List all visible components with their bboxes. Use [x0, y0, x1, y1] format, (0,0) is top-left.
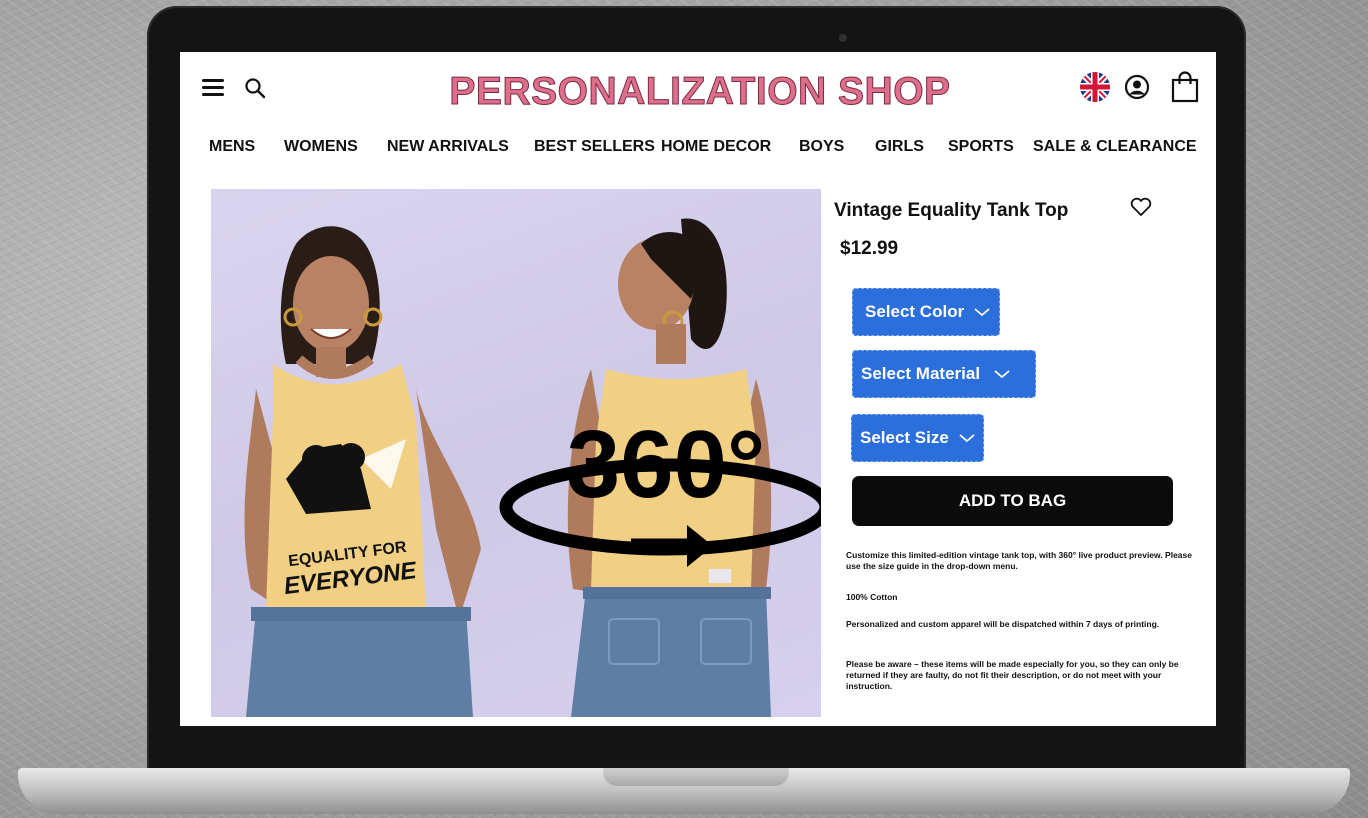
- select-color-dropdown[interactable]: Select Color: [852, 288, 1000, 336]
- nav-item-girls[interactable]: GIRLS: [875, 138, 924, 156]
- chevron-down-icon: [974, 308, 990, 317]
- product-dispatch-info: Personalized and custom apparel will be …: [846, 619, 1160, 629]
- account-icon[interactable]: [1124, 74, 1150, 100]
- product-returns-info: Please be aware – these items will be ma…: [846, 659, 1179, 691]
- nav-item-best-sellers[interactable]: BEST SELLERS: [534, 138, 655, 156]
- select-material-label: Select Material: [861, 364, 981, 383]
- category-nav: MENS WOMENS NEW ARRIVALS BEST SELLERS HO…: [198, 138, 1198, 160]
- laptop-notch: [603, 768, 789, 786]
- nav-item-womens[interactable]: WOMENS: [284, 138, 358, 156]
- shop-logo[interactable]: PERSONALIZATION SHOP: [435, 70, 965, 114]
- rotate-360-icon: 360°: [499, 411, 821, 567]
- shopping-bag-icon[interactable]: [1170, 71, 1200, 103]
- select-size-dropdown[interactable]: Select Size: [851, 414, 984, 462]
- select-color-label: Select Color: [865, 302, 965, 321]
- chevron-down-icon: [994, 370, 1010, 379]
- menu-icon[interactable]: [202, 79, 224, 96]
- product-image[interactable]: EQUALITY FOR EVERYONE 360°: [211, 189, 821, 717]
- nav-item-mens[interactable]: MENS: [209, 138, 255, 156]
- laptop-screen: PERSONALIZATION SHOP MENS WOMENS NEW ARR…: [180, 52, 1216, 726]
- uk-flag-icon[interactable]: [1080, 72, 1110, 102]
- chevron-down-icon: [959, 434, 975, 443]
- select-size-label: Select Size: [860, 428, 949, 447]
- product-material: 100% Cotton: [846, 592, 898, 602]
- select-material-dropdown[interactable]: Select Material: [852, 350, 1036, 398]
- nav-item-sports[interactable]: SPORTS: [948, 138, 1014, 156]
- model-front: EQUALITY FOR EVERYONE: [244, 226, 481, 717]
- webcam: [839, 34, 847, 42]
- nav-item-sale-clearance[interactable]: SALE & CLEARANCE: [1033, 138, 1197, 156]
- heart-icon[interactable]: [1130, 197, 1152, 217]
- search-icon[interactable]: [244, 77, 266, 99]
- nav-item-new-arrivals[interactable]: NEW ARRIVALS: [387, 138, 509, 156]
- product-illustration: EQUALITY FOR EVERYONE 360°: [244, 218, 821, 717]
- product-price: $12.99: [840, 238, 899, 259]
- nav-item-boys[interactable]: BOYS: [799, 138, 844, 156]
- add-to-bag-button[interactable]: ADD TO BAG: [852, 476, 1173, 526]
- product-description-intro: Customize this limited-edition vintage t…: [846, 550, 1192, 571]
- nav-item-home-decor[interactable]: HOME DECOR: [661, 138, 771, 156]
- product-title: Vintage Equality Tank Top: [834, 200, 1069, 221]
- rotate-360-label: 360°: [567, 411, 766, 518]
